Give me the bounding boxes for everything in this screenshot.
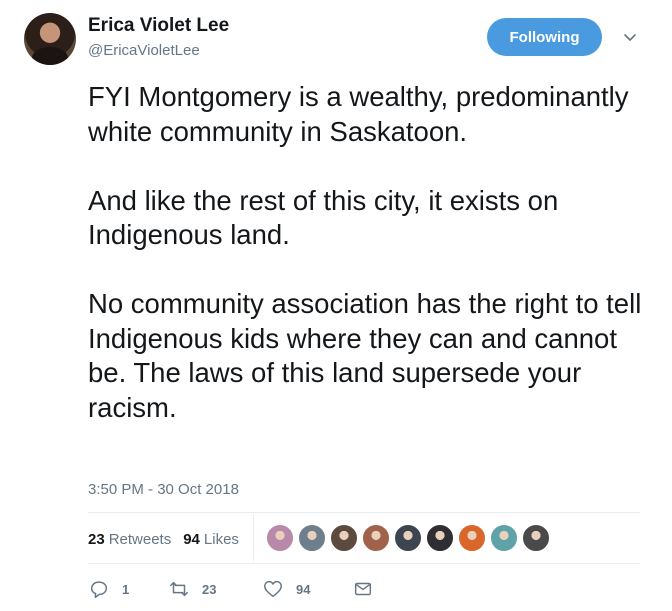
- liker-avatar[interactable]: [362, 524, 390, 552]
- liker-avatars: [266, 524, 554, 552]
- tweet-timestamp[interactable]: 3:50 PM - 30 Oct 2018: [88, 481, 239, 498]
- retweets-count[interactable]: 23: [88, 531, 105, 548]
- liker-avatar[interactable]: [266, 524, 294, 552]
- reply-count: 1: [122, 581, 130, 597]
- likes-count[interactable]: 94: [183, 531, 200, 548]
- tweet-stats: 23 Retweets 94 Likes: [88, 531, 239, 548]
- avatar[interactable]: [24, 13, 76, 65]
- like-action[interactable]: 94: [262, 578, 352, 600]
- likes-label[interactable]: Likes: [204, 531, 239, 548]
- liker-avatar[interactable]: [298, 524, 326, 552]
- liker-avatar[interactable]: [490, 524, 518, 552]
- liker-avatar[interactable]: [426, 524, 454, 552]
- retweet-count: 23: [202, 581, 217, 597]
- divider: [88, 563, 640, 564]
- author-handle[interactable]: @EricaVioletLee: [88, 42, 200, 59]
- envelope-icon[interactable]: [352, 578, 374, 600]
- direct-message-action[interactable]: [352, 578, 374, 600]
- heart-icon[interactable]: [262, 578, 284, 600]
- liker-avatar[interactable]: [394, 524, 422, 552]
- liker-avatar[interactable]: [458, 524, 486, 552]
- reply-action[interactable]: 1: [88, 578, 168, 600]
- retweet-action[interactable]: 23: [168, 578, 262, 600]
- stats-separator: [253, 515, 254, 561]
- retweet-icon[interactable]: [168, 578, 190, 600]
- author-name[interactable]: Erica Violet Lee: [88, 15, 229, 37]
- liker-avatar[interactable]: [330, 524, 358, 552]
- divider: [88, 512, 640, 513]
- tweet-actions: 1 23 94: [88, 577, 374, 601]
- retweets-label[interactable]: Retweets: [109, 531, 172, 548]
- like-count: 94: [296, 581, 311, 597]
- liker-avatar[interactable]: [522, 524, 550, 552]
- following-button[interactable]: Following: [487, 18, 602, 56]
- tweet-text: FYI Montgomery is a wealthy, predominant…: [88, 81, 642, 423]
- reply-icon[interactable]: [88, 578, 110, 600]
- chevron-down-icon[interactable]: [621, 28, 639, 46]
